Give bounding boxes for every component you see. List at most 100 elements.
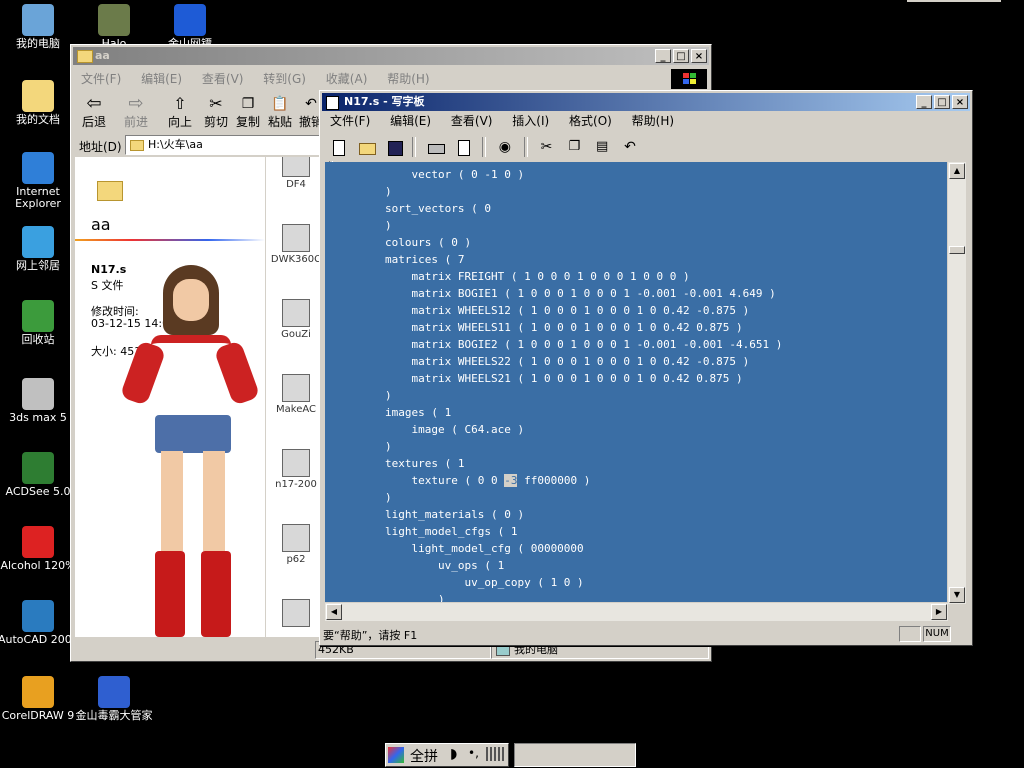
desktop-icon-label: 金山毒霸大管家 xyxy=(75,709,153,722)
file-icon xyxy=(282,224,310,252)
menu-help[interactable]: 帮助(H) xyxy=(385,72,431,86)
close-button[interactable]: × xyxy=(952,95,968,109)
menu-edit[interactable]: 编辑(E) xyxy=(139,72,184,86)
document-line: ) xyxy=(385,185,392,198)
file-label: DF4 xyxy=(286,179,306,190)
menu-format[interactable]: 格式(O) xyxy=(567,114,614,128)
vertical-scrollbar[interactable]: ▲ ▼ xyxy=(948,162,966,604)
explorer-menubar: 文件(F) 编辑(E) 查看(V) 转到(G) 收藏(A) 帮助(H) xyxy=(73,69,709,89)
undo-icon[interactable]: ↶ xyxy=(618,136,641,158)
cut-button[interactable]: ✂ 剪切 xyxy=(201,95,231,130)
wordpad-titlebar[interactable]: N17.s - 写字板 _ □ × xyxy=(322,93,970,111)
desktop-icon[interactable]: 我的文档 xyxy=(0,80,78,126)
desktop-icon[interactable]: 金山毒霸大管家 xyxy=(74,676,154,722)
scroll-right-arrow-icon[interactable]: ▶ xyxy=(931,604,947,620)
address-label: 地址(D) xyxy=(79,140,122,154)
forward-button[interactable]: ⇨ 前进 xyxy=(119,95,153,130)
maximize-button[interactable]: □ xyxy=(673,49,689,63)
ime-toolbar[interactable]: 全拼 ◗ •, xyxy=(385,743,509,767)
wordpad-title: N17.s - 写字板 xyxy=(344,95,425,108)
document-line: matrix BOGIE1 ( 1 0 0 0 1 0 0 0 1 -0.001… xyxy=(385,287,776,300)
desktop-icon[interactable]: ACDSee 5.0 xyxy=(0,452,78,498)
menu-favorites[interactable]: 收藏(A) xyxy=(324,72,370,86)
menu-file[interactable]: 文件(F) xyxy=(79,72,123,86)
file-item[interactable]: p62 xyxy=(266,524,326,565)
document-line: uv_ops ( 1 xyxy=(385,559,505,572)
punctuation-icon[interactable]: •, xyxy=(468,746,479,760)
network-places-icon xyxy=(22,226,54,258)
print-preview-icon[interactable] xyxy=(452,136,475,158)
ime-mode-label[interactable]: 全拼 xyxy=(410,746,438,766)
desktop-icon[interactable]: AutoCAD 2002 xyxy=(0,600,79,646)
horizontal-scrollbar[interactable]: ◀ ▶ xyxy=(325,603,948,621)
menu-go[interactable]: 转到(G) xyxy=(261,72,308,86)
file-item[interactable]: GouZi xyxy=(266,299,326,340)
file-item[interactable] xyxy=(266,599,326,629)
acdsee-icon xyxy=(22,452,54,484)
file-label: GouZi xyxy=(281,329,311,340)
paste-icon: 📋 xyxy=(271,96,289,112)
open-folder-icon[interactable] xyxy=(354,136,377,158)
wordpad-toolbar: ◉ ✂ ❐ ▤ ↶ ⧉ xyxy=(326,135,646,182)
document-line: matrix WHEELS22 ( 1 0 0 0 1 0 0 0 1 0 0.… xyxy=(385,355,750,368)
minimize-button[interactable]: _ xyxy=(916,95,932,109)
file-item[interactable]: MakeAC xyxy=(266,374,326,415)
desktop-icon[interactable]: Alcohol 120% xyxy=(0,526,78,572)
desktop-icon[interactable]: 网上邻居 xyxy=(0,226,78,272)
desktop-icon[interactable]: CorelDRAW 9 xyxy=(0,676,78,722)
half-moon-icon[interactable]: ◗ xyxy=(450,746,457,762)
explorer-titlebar[interactable]: aa _ □ × xyxy=(73,47,709,65)
file-icon xyxy=(282,449,310,477)
num-lock-indicator: NUM xyxy=(923,626,951,642)
desktop-icon[interactable]: 我的电脑 xyxy=(0,4,78,50)
document-line: matrix FREIGHT ( 1 0 0 0 1 0 0 0 1 0 0 0… xyxy=(385,270,690,283)
file-item[interactable]: DWK360C xyxy=(266,224,326,265)
scroll-thumb[interactable] xyxy=(949,246,965,254)
selected-text[interactable]: -3 xyxy=(504,474,518,487)
up-folder-icon: ⇧ xyxy=(173,94,187,113)
wordpad-statusbar: 要“帮助”，请按 F1 NUM xyxy=(323,625,969,643)
minimize-button[interactable]: _ xyxy=(655,49,671,63)
menu-view[interactable]: 查看(V) xyxy=(200,72,246,86)
copy-button[interactable]: ❐ 复制 xyxy=(233,95,263,130)
desktop-icon[interactable]: 3ds max 5 xyxy=(0,378,78,424)
menu-view[interactable]: 查看(V) xyxy=(449,114,495,128)
back-button[interactable]: ⇦ 后退 xyxy=(77,95,111,130)
up-button[interactable]: ⇧ 向上 xyxy=(163,95,197,130)
document-text-area[interactable]: vector ( 0 -1 0 )) sort_vectors ( 0) colou… xyxy=(325,162,947,602)
desktop-icon[interactable]: Internet Explorer xyxy=(0,152,78,210)
menu-file[interactable]: 文件(F) xyxy=(328,114,372,128)
paste-icon[interactable]: ▤ xyxy=(591,136,614,158)
file-icon xyxy=(282,599,310,627)
menu-insert[interactable]: 插入(I) xyxy=(510,114,551,128)
desktop-icon[interactable]: 回收站 xyxy=(0,300,78,346)
document-line: matrix WHEELS21 ( 1 0 0 0 1 0 0 0 1 0 0.… xyxy=(385,372,743,385)
scroll-left-arrow-icon[interactable]: ◀ xyxy=(326,604,342,620)
file-item[interactable]: DF4 xyxy=(266,157,326,190)
maximize-button[interactable]: □ xyxy=(934,95,950,109)
document-line: matrix WHEELS11 ( 1 0 0 0 1 0 0 0 1 0 0.… xyxy=(385,321,743,334)
paste-button[interactable]: 📋 粘贴 xyxy=(265,95,295,130)
soft-keyboard-icon[interactable] xyxy=(486,747,504,761)
scroll-down-arrow-icon[interactable]: ▼ xyxy=(949,587,965,603)
wordpad-app-icon xyxy=(326,96,339,110)
scroll-up-arrow-icon[interactable]: ▲ xyxy=(949,163,965,179)
file-label: n17-200 xyxy=(275,479,317,490)
copy-icon[interactable]: ❐ xyxy=(563,136,586,158)
file-label: MakeAC xyxy=(276,404,316,415)
menu-help[interactable]: 帮助(H) xyxy=(630,114,676,128)
desktop-icon-label: 我的文档 xyxy=(16,113,60,126)
save-disk-icon[interactable] xyxy=(382,136,405,158)
find-binoculars-icon[interactable]: ◉ xyxy=(493,136,516,158)
cut-scissors-icon[interactable]: ✂ xyxy=(535,136,558,158)
document-line: uv_op_copy ( 1 0 ) xyxy=(385,576,584,589)
file-label: DWK360C xyxy=(270,254,322,265)
print-icon[interactable] xyxy=(424,136,447,158)
file-item[interactable]: n17-200 xyxy=(266,449,326,490)
menu-edit[interactable]: 编辑(E) xyxy=(388,114,433,128)
close-button[interactable]: × xyxy=(691,49,707,63)
new-document-icon[interactable] xyxy=(327,136,349,158)
halo-icon xyxy=(98,4,130,36)
address-input[interactable]: H:\火车\aa xyxy=(125,135,323,155)
desktop-icon-label: ACDSee 5.0 xyxy=(5,485,71,498)
